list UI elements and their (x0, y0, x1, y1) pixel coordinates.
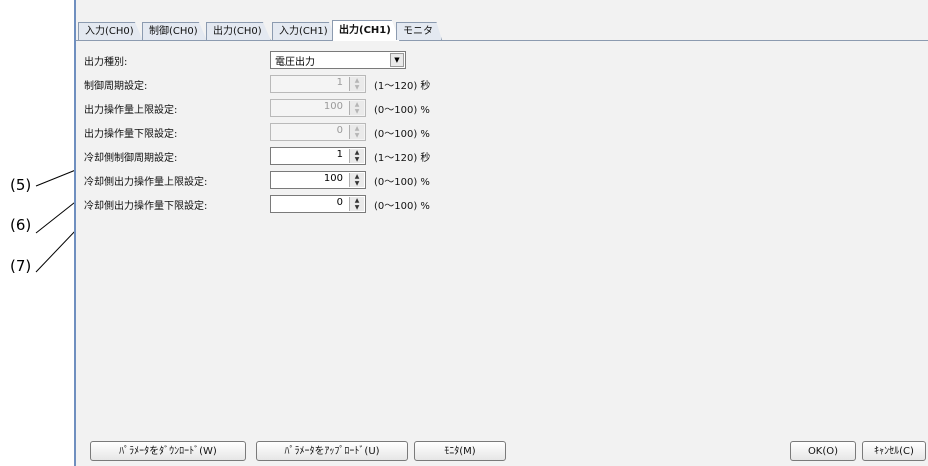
control-period-label: 制御周期設定: (84, 81, 148, 92)
settings-window: 入力(CH0) 制御(CH0) 出力(CH0) 入力(CH1) 出力(CH1) … (74, 0, 928, 466)
chevron-down-icon[interactable]: ▼ (390, 53, 404, 67)
spin-up-icon: ▲ (354, 101, 360, 108)
cancel-button[interactable]: ｷｬﾝｾﾙ(C) (862, 441, 926, 461)
tab-control-ch0[interactable]: 制御(CH0) (142, 22, 207, 40)
spinner-buttons: ▲ ▼ (349, 125, 364, 139)
output-lower-spinner: 0 ▲ ▼ (270, 123, 366, 141)
cooling-period-label: 冷却側制御周期設定: (84, 153, 178, 164)
output-upper-range: (0～100) % (374, 105, 430, 116)
control-period-spinner: 1 ▲ ▼ (270, 75, 366, 93)
spin-up-icon: ▲ (354, 125, 360, 132)
spinner-buttons: ▲ ▼ (349, 101, 364, 115)
control-period-row: 制御周期設定: 1 ▲ ▼ (1～120) 秒 (84, 75, 684, 93)
control-period-value: 1 (336, 77, 343, 88)
cooling-upper-value: 100 (323, 173, 343, 184)
tab-output-ch1[interactable]: 出力(CH1) (332, 20, 400, 41)
output-lower-row: 出力操作量下限設定: 0 ▲ ▼ (0～100) % (84, 123, 684, 141)
output-type-label: 出力種別: (84, 57, 128, 68)
download-parameters-button[interactable]: ﾊﾟﾗﾒｰﾀをﾀﾞｳﾝﾛｰﾄﾞ(W) (90, 441, 246, 461)
output-lower-label: 出力操作量下限設定: (84, 129, 178, 140)
spinner-buttons: ▲ ▼ (349, 77, 364, 91)
spin-down-icon: ▼ (354, 84, 360, 91)
window-top-edge (76, 0, 928, 8)
spin-up-icon[interactable]: ▲ (350, 173, 364, 180)
spin-down-icon[interactable]: ▼ (350, 156, 364, 163)
spin-up-icon[interactable]: ▲ (350, 197, 364, 204)
spin-down-icon[interactable]: ▼ (350, 204, 364, 211)
cooling-upper-label: 冷却側出力操作量上限設定: (84, 177, 208, 188)
tab-output-ch0[interactable]: 出力(CH0) (206, 22, 271, 40)
cooling-period-row: 冷却側制御周期設定: 1 ▲ ▼ (1～120) 秒 (84, 147, 684, 165)
output-upper-spinner: 100 ▲ ▼ (270, 99, 366, 117)
cooling-lower-row: 冷却側出力操作量下限設定: 0 ▲ ▼ (0～100) % (84, 195, 684, 213)
spin-up-icon: ▲ (354, 77, 360, 84)
tab-monitor[interactable]: モニタ (396, 22, 442, 40)
output-lower-value: 0 (336, 125, 343, 136)
cooling-period-range: (1～120) 秒 (374, 153, 431, 164)
spin-down-icon: ▼ (354, 132, 360, 139)
cooling-upper-row: 冷却側出力操作量上限設定: 100 ▲ ▼ (0～100) % (84, 171, 684, 189)
output-upper-row: 出力操作量上限設定: 100 ▲ ▼ (0～100) % (84, 99, 684, 117)
footer-bar: ﾊﾟﾗﾒｰﾀをﾀﾞｳﾝﾛｰﾄﾞ(W) ﾊﾟﾗﾒｰﾀをｱｯﾌﾟﾛｰﾄﾞ(U) ﾓﾆ… (76, 441, 928, 463)
callout-7: (7) (10, 257, 32, 275)
cooling-upper-spinner[interactable]: 100 ▲ ▼ (270, 171, 366, 189)
spinner-buttons[interactable]: ▲ ▼ (349, 149, 364, 163)
cooling-lower-value: 0 (336, 197, 343, 208)
ok-button[interactable]: OK(O) (790, 441, 856, 461)
spin-down-icon[interactable]: ▼ (350, 180, 364, 187)
callout-6: (6) (10, 216, 32, 234)
tab-input-ch1[interactable]: 入力(CH1) (272, 22, 337, 40)
cooling-lower-label: 冷却側出力操作量下限設定: (84, 201, 208, 212)
tab-input-ch0[interactable]: 入力(CH0) (78, 22, 143, 40)
callout-5: (5) (10, 176, 32, 194)
output-upper-label: 出力操作量上限設定: (84, 105, 178, 116)
output-type-select[interactable]: 電圧出力 ▼ (270, 51, 406, 69)
cooling-period-spinner[interactable]: 1 ▲ ▼ (270, 147, 366, 165)
spinner-buttons[interactable]: ▲ ▼ (349, 197, 364, 211)
tab-strip: 入力(CH0) 制御(CH0) 出力(CH0) 入力(CH1) 出力(CH1) … (76, 20, 928, 41)
settings-panel: 出力種別: 電圧出力 ▼ 制御周期設定: 1 ▲ ▼ (1～120) 秒 出力操作… (76, 41, 928, 431)
cooling-upper-range: (0～100) % (374, 177, 430, 188)
output-type-row: 出力種別: 電圧出力 ▼ (84, 51, 684, 69)
cooling-period-value: 1 (336, 149, 343, 160)
spin-down-icon: ▼ (354, 108, 360, 115)
output-lower-range: (0～100) % (374, 129, 430, 140)
upload-parameters-button[interactable]: ﾊﾟﾗﾒｰﾀをｱｯﾌﾟﾛｰﾄﾞ(U) (256, 441, 408, 461)
output-type-value: 電圧出力 (275, 57, 315, 68)
cooling-lower-range: (0～100) % (374, 201, 430, 212)
control-period-range: (1～120) 秒 (374, 81, 431, 92)
output-upper-value: 100 (323, 101, 343, 112)
spin-up-icon[interactable]: ▲ (350, 149, 364, 156)
spinner-buttons[interactable]: ▲ ▼ (349, 173, 364, 187)
cooling-lower-spinner[interactable]: 0 ▲ ▼ (270, 195, 366, 213)
monitor-button[interactable]: ﾓﾆﾀ(M) (414, 441, 506, 461)
